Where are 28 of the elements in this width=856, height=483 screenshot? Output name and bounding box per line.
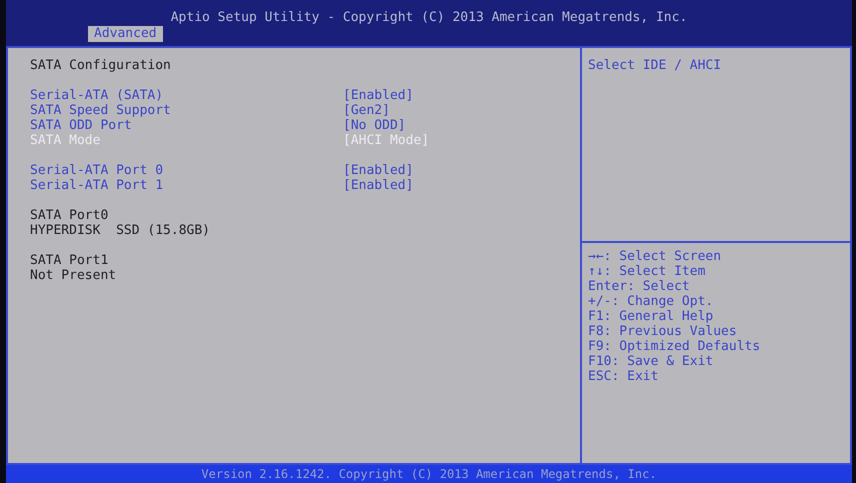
window-title: Aptio Setup Utility - Copyright (C) 2013 American Megatrends, Inc. bbox=[170, 10, 688, 25]
setting-value[interactable]: [Enabled] bbox=[343, 88, 414, 103]
info-text: HYPERDISK SSD (15.8GB) bbox=[30, 223, 212, 238]
setting-value[interactable]: [Enabled] bbox=[343, 163, 414, 178]
setting-label[interactable]: Serial-ATA (SATA) bbox=[30, 88, 343, 103]
key-hint: F10: Save & Exit bbox=[588, 354, 714, 369]
key-hint: Enter: Select bbox=[588, 279, 690, 294]
key-hint: +/-: Change Opt. bbox=[588, 294, 714, 309]
setting-label[interactable]: Serial-ATA Port 1 bbox=[30, 178, 343, 193]
section-heading: SATA Configuration bbox=[30, 58, 171, 73]
setting-label[interactable]: SATA Speed Support bbox=[30, 103, 343, 118]
key-hint: F8: Previous Values bbox=[588, 324, 737, 339]
info-text: Not Present bbox=[30, 268, 118, 283]
setting-value[interactable]: [Enabled] bbox=[343, 178, 414, 193]
key-hint: ↑↓: Select Item bbox=[588, 264, 706, 279]
key-hint: ESC: Exit bbox=[588, 369, 658, 384]
info-text: SATA Port1 bbox=[30, 253, 110, 268]
menu-tab[interactable]: Advanced bbox=[88, 26, 163, 42]
footer-text: Version 2.16.1242. Copyright (C) 2013 American Megatrends, Inc. bbox=[201, 467, 657, 481]
setting-value[interactable]: [Gen2] bbox=[343, 103, 390, 118]
help-text: Select IDE / AHCI bbox=[588, 58, 722, 73]
key-hint: →←: Select Screen bbox=[588, 249, 722, 264]
setting-label[interactable]: SATA ODD Port bbox=[30, 118, 343, 133]
key-hint: F1: General Help bbox=[588, 309, 714, 324]
setting-value[interactable]: [No ODD] bbox=[343, 118, 406, 133]
key-hint: F9: Optimized Defaults bbox=[588, 339, 760, 354]
setting-label[interactable]: Serial-ATA Port 0 bbox=[30, 163, 343, 178]
info-text: SATA Port0 bbox=[30, 208, 110, 223]
